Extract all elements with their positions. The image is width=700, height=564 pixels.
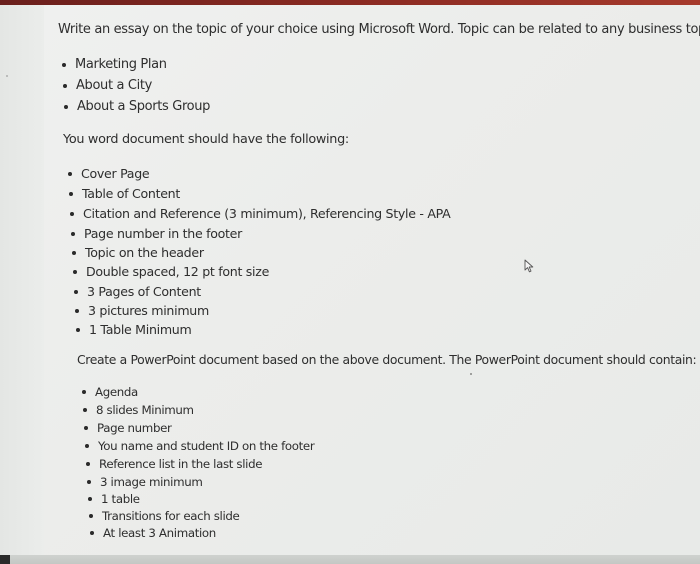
list-item-text: Agenda — [95, 385, 138, 399]
list-item-text: 3 image minimum — [100, 475, 203, 489]
left-margin — [0, 5, 44, 557]
bullet-icon — [72, 251, 76, 255]
list-item: 1 table — [88, 491, 140, 507]
screen-speck — [470, 373, 472, 375]
bullet-icon — [74, 290, 78, 294]
screen-speck — [6, 75, 8, 77]
bullet-icon — [76, 328, 80, 332]
list-item: Topic on the header — [72, 245, 204, 261]
assignment-intro: Write an essay on the topic of your choi… — [58, 22, 700, 37]
bullet-icon — [75, 309, 79, 313]
list-item: 8 slides Minimum — [83, 402, 194, 418]
bullet-icon — [69, 192, 73, 196]
bullet-icon — [82, 390, 86, 394]
list-item-text: About a Sports Group — [77, 99, 211, 114]
list-item-text: You name and student ID on the footer — [98, 439, 315, 453]
bullet-icon — [87, 480, 91, 484]
list-item: Citation and Reference (3 minimum), Refe… — [70, 206, 451, 222]
powerpoint-requirements-intro: Create a PowerPoint document based on th… — [77, 352, 697, 367]
bullet-icon — [85, 444, 89, 448]
list-item: Page number in the footer — [71, 226, 242, 242]
list-item: Reference list in the last slide — [86, 456, 262, 472]
list-item: 3 Pages of Content — [74, 284, 201, 300]
list-item: 3 image minimum — [87, 474, 203, 490]
bullet-icon — [84, 426, 88, 430]
mouse-pointer-icon — [524, 259, 534, 273]
list-item: About a City — [63, 78, 152, 94]
list-item-text: Table of Content — [82, 186, 180, 201]
list-item-text: Citation and Reference (3 minimum), Refe… — [83, 206, 451, 221]
list-item: 1 Table Minimum — [76, 322, 192, 338]
list-item-text: 3 pictures minimum — [88, 303, 209, 318]
bullet-icon — [64, 105, 68, 109]
list-item-text: Transitions for each slide — [102, 509, 240, 523]
bullet-icon — [90, 531, 94, 535]
word-requirements-intro: You word document should have the follow… — [63, 132, 349, 147]
list-item-text: Page number in the footer — [84, 226, 243, 241]
list-item: Table of Content — [69, 186, 180, 202]
list-item-text: Marketing Plan — [75, 57, 167, 72]
list-item: Cover Page — [68, 166, 150, 182]
list-item-text: Double spaced, 12 pt font size — [86, 264, 270, 279]
list-item-text: Topic on the header — [85, 245, 204, 260]
bullet-icon — [83, 408, 87, 412]
list-item: Transitions for each slide — [89, 508, 240, 524]
list-item: You name and student ID on the footer — [85, 438, 315, 454]
list-item: Marketing Plan — [62, 57, 167, 73]
list-item: Double spaced, 12 pt font size — [73, 264, 269, 280]
bullet-icon — [70, 212, 74, 216]
bullet-icon — [68, 172, 72, 176]
list-item: About a Sports Group — [64, 99, 210, 115]
bullet-icon — [86, 462, 90, 466]
list-item-text: Page number — [97, 421, 172, 435]
bullet-icon — [88, 497, 92, 501]
list-item-text: 1 table — [101, 492, 140, 506]
list-item: At least 3 Animation — [90, 525, 216, 541]
list-item-text: Reference list in the last slide — [99, 457, 263, 471]
screen-bottom-edge — [0, 555, 700, 564]
list-item: 3 pictures minimum — [75, 303, 209, 319]
list-item-text: About a City — [76, 78, 152, 93]
list-item-text: At least 3 Animation — [103, 526, 216, 540]
list-item-text: 3 Pages of Content — [87, 284, 201, 299]
list-item-text: Cover Page — [81, 166, 150, 181]
list-item: Agenda — [82, 384, 138, 400]
bullet-icon — [89, 514, 93, 518]
bullet-icon — [63, 84, 67, 88]
bullet-icon — [62, 63, 66, 67]
list-item-text: 8 slides Minimum — [96, 403, 194, 417]
bullet-icon — [71, 232, 75, 236]
list-item: Page number — [84, 420, 172, 436]
bullet-icon — [73, 270, 77, 274]
list-item-text: 1 Table Minimum — [89, 322, 192, 337]
